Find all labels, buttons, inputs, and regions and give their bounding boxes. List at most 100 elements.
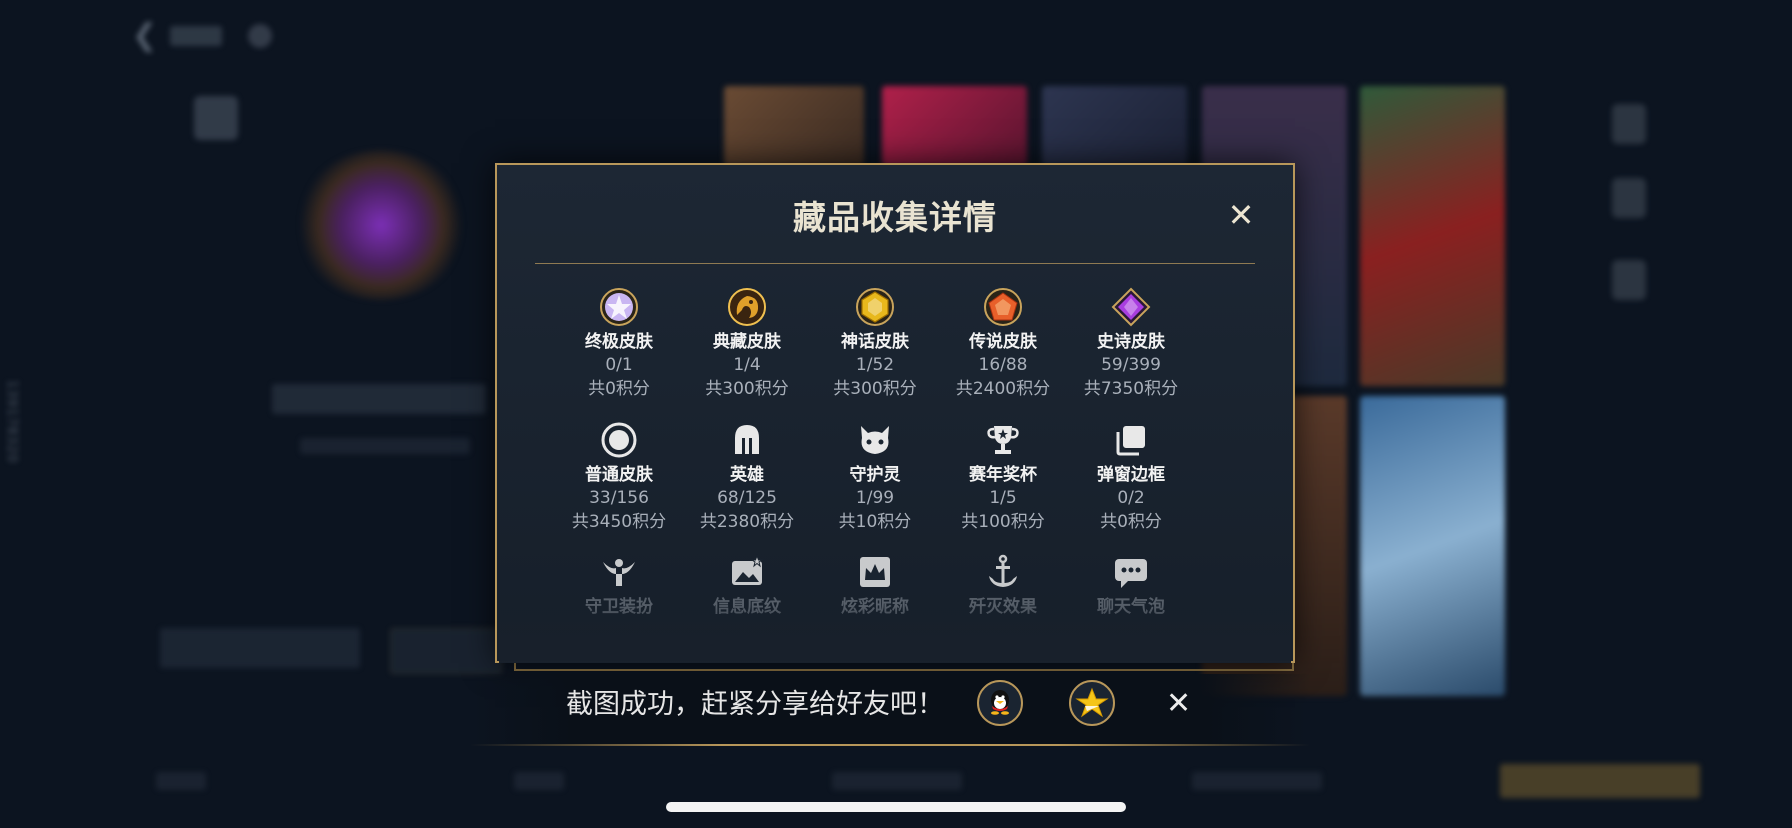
collection-item-1-3[interactable]: 赛年奖杯 1/5 共100积分 bbox=[939, 420, 1067, 534]
side-icon-blurred-3 bbox=[1612, 260, 1646, 300]
normal-skin-icon bbox=[555, 420, 683, 460]
collection-item-points: 共300积分 bbox=[833, 379, 917, 399]
collection-item-name: 史诗皮肤 bbox=[1097, 332, 1165, 352]
collection-item-name: 英雄 bbox=[730, 465, 764, 485]
collection-item-count: 1/5 bbox=[989, 488, 1017, 508]
skin-card-blurred-2 bbox=[882, 86, 1027, 166]
qq-icon bbox=[991, 690, 1009, 715]
qzone-star-icon bbox=[1075, 687, 1109, 718]
collection-item-name: 普通皮肤 bbox=[585, 465, 653, 485]
guardian-spirit-icon bbox=[811, 420, 939, 460]
collection-item-1-2[interactable]: 守护灵 1/99 共10积分 bbox=[811, 420, 939, 534]
button-blurred bbox=[390, 628, 502, 674]
vertical-id-text: 139178320 bbox=[4, 380, 19, 464]
avatar-small-blurred bbox=[194, 96, 238, 140]
collection-item-points: 共300积分 bbox=[705, 379, 789, 399]
share-qq-button[interactable] bbox=[977, 680, 1023, 726]
collection-item-name: 歼灭效果 bbox=[969, 597, 1037, 617]
progress-blurred bbox=[160, 628, 360, 668]
collection-item-2-1[interactable]: 信息底纹 bbox=[683, 552, 811, 618]
share-close-button[interactable]: ✕ bbox=[1166, 689, 1191, 719]
collection-item-name: 终极皮肤 bbox=[585, 332, 653, 352]
collection-item-name: 聊天气泡 bbox=[1097, 597, 1165, 617]
bottom-action-blurred bbox=[1500, 764, 1700, 798]
collection-item-count: 1/4 bbox=[733, 355, 761, 375]
collection-item-name: 守卫装扮 bbox=[585, 597, 653, 617]
avatar-frame-blurred bbox=[296, 150, 466, 300]
collection-item-0-1[interactable]: 典藏皮肤 1/4 共300积分 bbox=[683, 287, 811, 401]
info-texture-icon bbox=[683, 552, 811, 592]
modal-bottom-edge bbox=[514, 663, 1294, 671]
collection-item-points: 共3450积分 bbox=[571, 512, 667, 532]
skin-card-blurred-3 bbox=[1042, 86, 1187, 166]
popup-frame-icon bbox=[1067, 420, 1195, 460]
collection-item-count: 1/99 bbox=[855, 488, 895, 508]
collection-item-name: 信息底纹 bbox=[713, 597, 781, 617]
collection-item-0-2[interactable]: 神话皮肤 1/52 共300积分 bbox=[811, 287, 939, 401]
collection-item-2-4[interactable]: 聊天气泡 bbox=[1067, 552, 1195, 618]
collection-item-1-1[interactable]: 英雄 68/125 共2380积分 bbox=[683, 420, 811, 534]
skin-card-blurred-5 bbox=[1360, 86, 1505, 386]
collection-item-1-4[interactable]: 弹窗边框 0/2 共0积分 bbox=[1067, 420, 1195, 534]
season-trophy-icon bbox=[939, 420, 1067, 460]
modal-title: 藏品收集详情 bbox=[793, 198, 997, 237]
player-sub-blurred bbox=[300, 438, 470, 454]
collection-item-points: 共2380积分 bbox=[699, 512, 795, 532]
bottom-tab-blurred-2 bbox=[514, 772, 564, 790]
skin-card-blurred-7 bbox=[1360, 396, 1505, 696]
collection-item-name: 传说皮肤 bbox=[969, 332, 1037, 352]
collection-item-points: 共2400积分 bbox=[955, 379, 1051, 399]
settings-dot-blurred bbox=[248, 24, 272, 48]
collection-item-points: 共0积分 bbox=[588, 379, 650, 399]
collection-item-name: 赛年奖杯 bbox=[969, 465, 1037, 485]
back-label-blurred bbox=[170, 26, 222, 46]
collection-item-name: 炫彩昵称 bbox=[841, 597, 909, 617]
collection-item-points: 共10积分 bbox=[838, 512, 912, 532]
share-qzone-button[interactable] bbox=[1069, 680, 1115, 726]
collection-item-2-2[interactable]: 炫彩昵称 bbox=[811, 552, 939, 618]
back-arrow-icon: ❮ bbox=[132, 18, 158, 53]
guard-outfit-icon bbox=[555, 552, 683, 592]
collection-details-modal: 藏品收集详情 ✕ 终极皮肤 0/1 共0积分 典藏皮肤 1/4 共300积分 神话皮肤 1… bbox=[495, 163, 1295, 663]
collection-item-points: 共7350积分 bbox=[1083, 379, 1179, 399]
side-icon-blurred-2 bbox=[1612, 178, 1646, 218]
collection-item-count: 33/156 bbox=[589, 488, 649, 508]
annihilation-effect-icon bbox=[939, 552, 1067, 592]
ultimate-skin-icon bbox=[555, 287, 683, 327]
modal-divider bbox=[535, 263, 1255, 264]
collection-item-count: 68/125 bbox=[717, 488, 777, 508]
collection-skin-icon bbox=[683, 287, 811, 327]
collection-item-0-0[interactable]: 终极皮肤 0/1 共0积分 bbox=[555, 287, 683, 401]
epic-skin-icon bbox=[1067, 287, 1195, 327]
collection-item-2-3[interactable]: 歼灭效果 bbox=[939, 552, 1067, 618]
collection-item-count: 59/399 bbox=[1101, 355, 1161, 375]
bottom-tab-blurred-4 bbox=[1192, 772, 1322, 790]
collection-item-name: 弹窗边框 bbox=[1097, 465, 1165, 485]
legend-skin-icon bbox=[939, 287, 1067, 327]
player-name-blurred bbox=[272, 384, 486, 414]
share-bar-line bbox=[470, 744, 1310, 746]
collection-item-count: 0/1 bbox=[605, 355, 633, 375]
side-icon-blurred-1 bbox=[1612, 104, 1646, 144]
mythic-skin-icon bbox=[811, 287, 939, 327]
collection-item-name: 守护灵 bbox=[849, 465, 901, 485]
skin-card-blurred-1 bbox=[724, 86, 864, 166]
collection-item-count: 0/2 bbox=[1117, 488, 1145, 508]
bottom-tab-blurred-3 bbox=[832, 772, 962, 790]
bottom-tab-blurred-1 bbox=[156, 772, 206, 790]
home-indicator[interactable] bbox=[666, 802, 1126, 812]
collection-item-2-0[interactable]: 守卫装扮 bbox=[555, 552, 683, 618]
collection-item-name: 神话皮肤 bbox=[841, 332, 909, 352]
collection-item-0-4[interactable]: 史诗皮肤 59/399 共7350积分 bbox=[1067, 287, 1195, 401]
collection-item-count: 1/52 bbox=[855, 355, 895, 375]
collection-item-name: 典藏皮肤 bbox=[713, 332, 781, 352]
colorful-nickname-icon bbox=[811, 552, 939, 592]
collection-item-points: 共100积分 bbox=[961, 512, 1045, 532]
collection-item-count: 16/88 bbox=[978, 355, 1028, 375]
collection-item-0-3[interactable]: 传说皮肤 16/88 共2400积分 bbox=[939, 287, 1067, 401]
collection-item-1-0[interactable]: 普通皮肤 33/156 共3450积分 bbox=[555, 420, 683, 534]
share-message: 截图成功，赶紧分享给好友吧！ bbox=[566, 689, 944, 720]
modal-close-button[interactable]: ✕ bbox=[1227, 199, 1255, 231]
collection-item-points: 共0积分 bbox=[1100, 512, 1162, 532]
hero-helmet-icon bbox=[683, 420, 811, 460]
